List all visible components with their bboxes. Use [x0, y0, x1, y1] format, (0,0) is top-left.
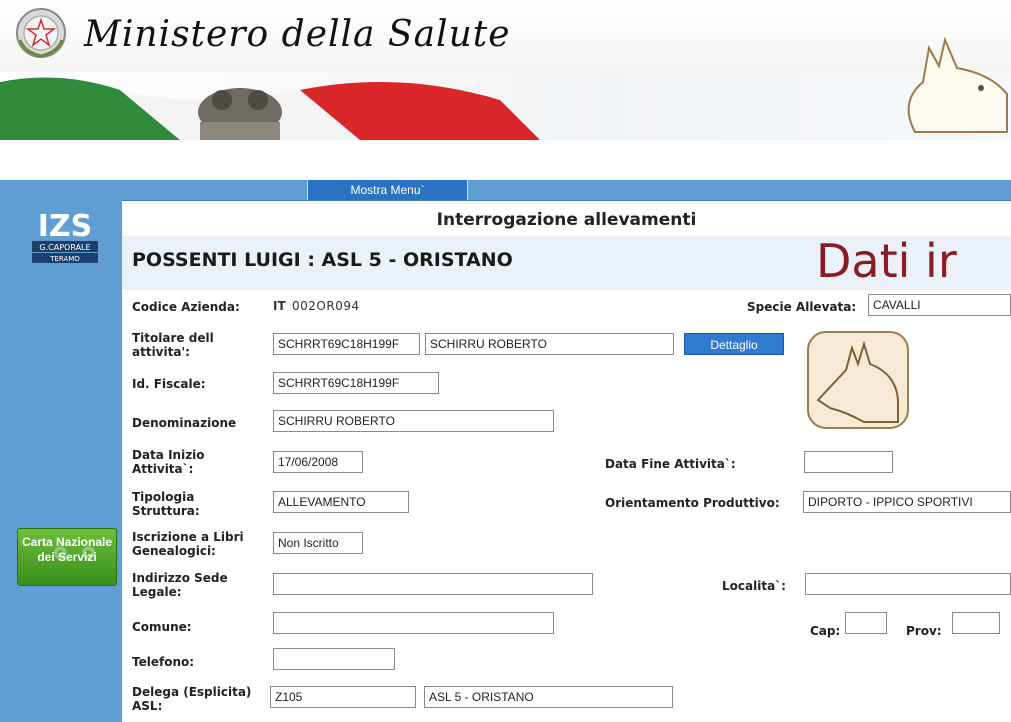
data-fine-label: Data Fine Attivita`: — [605, 457, 736, 471]
titolare-label: Titolare dell attivita': — [132, 331, 214, 359]
localita-label: Localita`: — [722, 579, 786, 593]
horse-logo-icon — [907, 36, 1008, 133]
italian-republic-emblem-icon — [16, 8, 66, 58]
comune-field[interactable] — [273, 612, 554, 634]
delega-label: Delega (Esplicita) ASL: — [132, 685, 252, 713]
titolare-cf-field[interactable]: SCHRRT69C18H199F — [273, 333, 420, 355]
iscrizione-field[interactable]: Non Iscritto — [273, 532, 363, 554]
izs-logo-sub1: G.CAPORALE — [39, 243, 90, 252]
specie-allevata-field[interactable]: CAVALLI — [868, 294, 1011, 316]
cap-field[interactable] — [845, 612, 887, 634]
prov-label: Prov: — [906, 624, 942, 638]
localita-field[interactable] — [805, 573, 1011, 595]
indirizzo-field[interactable] — [273, 573, 593, 595]
orientamento-label: Orientamento Produttivo: — [605, 496, 780, 510]
data-inizio-label: Data Inizio Attivita`: — [132, 448, 205, 476]
id-fiscale-field[interactable]: SCHRRT69C18H199F — [273, 372, 439, 394]
dati-heading: Dati ir — [816, 234, 957, 288]
telefono-label: Telefono: — [132, 655, 195, 669]
prov-field[interactable] — [952, 612, 1000, 634]
denominazione-field[interactable]: SCHIRRU ROBERTO — [273, 410, 554, 432]
ministry-title: Ministero della Salute — [84, 14, 511, 55]
delega-name-field[interactable]: ASL 5 - ORISTANO — [424, 686, 673, 708]
carta-nazionale-servizi-button[interactable]: ⚬⚬ Carta Nazionale dei Servizi — [17, 528, 117, 586]
tipologia-label: Tipologia Struttura: — [132, 490, 200, 518]
codice-azienda-label: Codice Azienda: — [132, 300, 240, 314]
dettaglio-button[interactable]: Dettaglio — [684, 333, 784, 355]
show-menu-button[interactable]: Mostra Menu` — [307, 180, 468, 200]
id-fiscale-label: Id. Fiscale: — [132, 377, 206, 391]
codice-azienda-value: 002OR094 — [292, 299, 360, 313]
titolare-nome-field[interactable]: SCHIRRU ROBERTO — [425, 333, 674, 355]
company-name: POSSENTI LUIGI : ASL 5 - ORISTANO — [132, 249, 513, 271]
izs-logo-sub2: TERAMO — [49, 255, 80, 263]
header: Ministero della Salute — [0, 0, 1011, 140]
delega-code-field[interactable]: Z105 — [270, 686, 416, 708]
izs-logo-text: IZS — [38, 209, 93, 244]
data-fine-field[interactable] — [804, 451, 893, 473]
tipologia-field[interactable]: ALLEVAMENTO — [273, 491, 409, 513]
cns-watermark-icon: ⚬⚬ — [46, 535, 103, 573]
orientamento-field[interactable]: DIPORTO - IPPICO SPORTIVI — [803, 491, 1011, 513]
codice-azienda-prefix: IT — [273, 299, 286, 313]
iscrizione-label: Iscrizione a Libri Genealogici: — [132, 530, 244, 558]
denominazione-label: Denominazione — [132, 416, 237, 430]
specie-allevata-label: Specie Allevata: — [747, 300, 857, 314]
statue-image-icon — [198, 88, 282, 140]
horse-species-icon — [807, 331, 909, 429]
cap-label: Cap: — [810, 624, 841, 638]
comune-label: Comune: — [132, 620, 192, 634]
menu-bar — [122, 180, 1011, 201]
telefono-field[interactable] — [273, 648, 395, 670]
indirizzo-label: Indirizzo Sede Legale: — [132, 571, 228, 599]
app-window: Ministero della Salute IZS G.CAPORALE TE… — [0, 0, 1011, 722]
izs-logo-icon: IZS G.CAPORALE TERAMO — [30, 206, 100, 264]
page-title: Interrogazione allevamenti — [436, 210, 697, 230]
data-inizio-field[interactable]: 17/06/2008 — [273, 451, 363, 473]
